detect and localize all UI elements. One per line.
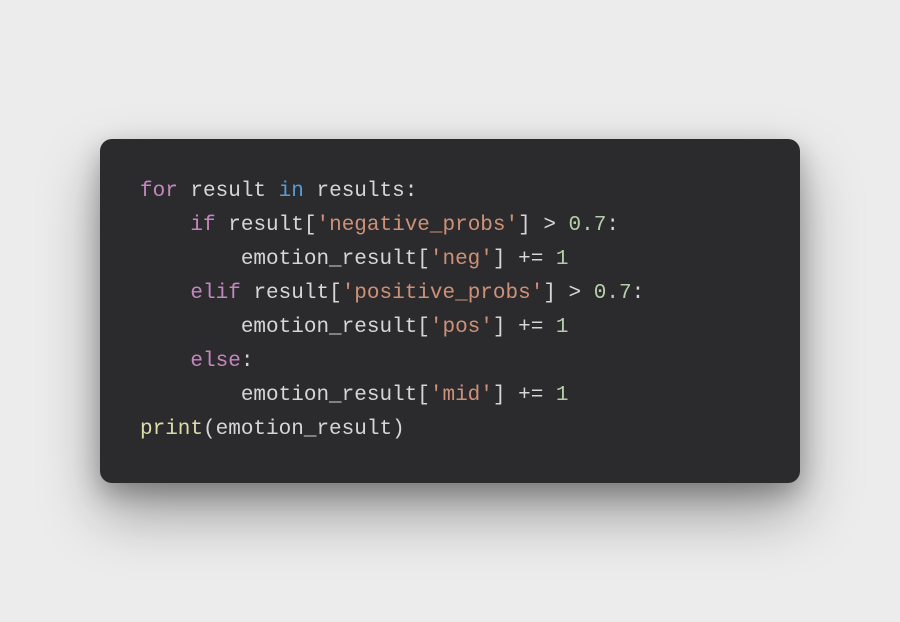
colon: :: [632, 282, 645, 305]
string-mid: 'mid': [430, 384, 493, 407]
bracket-close: ]: [493, 316, 506, 339]
string-neg: 'neg': [430, 248, 493, 271]
bracket-open: [: [304, 214, 317, 237]
bracket-close: ]: [493, 384, 506, 407]
bracket-close: ]: [518, 214, 531, 237]
colon: :: [606, 214, 619, 237]
operator-gt: >: [556, 282, 594, 305]
keyword-else: else: [190, 350, 240, 373]
bracket-open: [: [329, 282, 342, 305]
bracket-close: ]: [493, 248, 506, 271]
paren-close: ): [392, 418, 405, 441]
operator-pluseq: +=: [506, 384, 556, 407]
variable-results: results: [316, 180, 404, 203]
operator-pluseq: +=: [506, 316, 556, 339]
keyword-if: if: [190, 214, 215, 237]
number-one: 1: [556, 248, 569, 271]
paren-open: (: [203, 418, 216, 441]
operator-pluseq: +=: [506, 248, 556, 271]
bracket-close: ]: [543, 282, 556, 305]
number-one: 1: [556, 316, 569, 339]
variable-result: result: [253, 282, 329, 305]
number-threshold: 0.7: [594, 282, 632, 305]
variable-result: result: [228, 214, 304, 237]
variable-emotion-result: emotion_result: [241, 384, 417, 407]
keyword-for: for: [140, 180, 178, 203]
bracket-open: [: [417, 384, 430, 407]
string-positive-probs: 'positive_probs': [342, 282, 544, 305]
keyword-in: in: [279, 180, 304, 203]
variable-emotion-result: emotion_result: [216, 418, 392, 441]
keyword-elif: elif: [190, 282, 240, 305]
number-one: 1: [556, 384, 569, 407]
variable-emotion-result: emotion_result: [241, 316, 417, 339]
operator-gt: >: [531, 214, 569, 237]
string-negative-probs: 'negative_probs': [316, 214, 518, 237]
code-block-card: for result in results: if result['negati…: [100, 139, 800, 483]
function-print: print: [140, 418, 203, 441]
bracket-open: [: [417, 248, 430, 271]
string-pos: 'pos': [430, 316, 493, 339]
code-block: for result in results: if result['negati…: [140, 175, 760, 447]
variable-result: result: [190, 180, 266, 203]
variable-emotion-result: emotion_result: [241, 248, 417, 271]
bracket-open: [: [417, 316, 430, 339]
colon: :: [241, 350, 254, 373]
colon: :: [405, 180, 418, 203]
number-threshold: 0.7: [569, 214, 607, 237]
